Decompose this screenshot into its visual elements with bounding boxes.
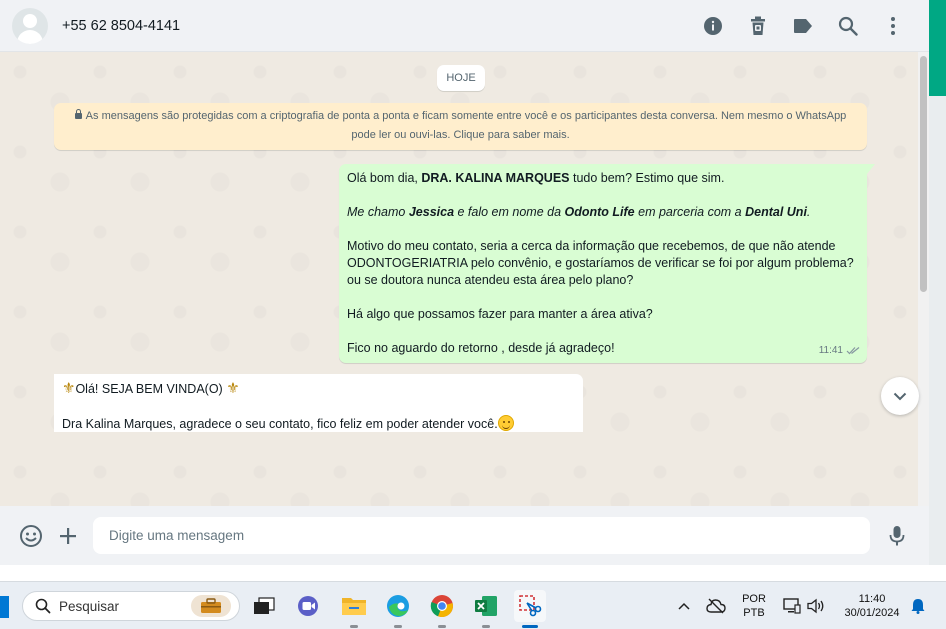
message-text: Dra Kalina Marques, agradece o seu conta… [62, 417, 498, 431]
message-text: tudo bem? Estimo que sim. [569, 171, 725, 185]
taskbar-file-explorer[interactable] [338, 590, 370, 628]
fleur-de-lis-icon: ⚜ [226, 380, 240, 397]
whatsapp-window: +55 62 8504-4141 HOJE As mensagens são p… [0, 0, 946, 629]
running-indicator [522, 625, 538, 628]
display-settings[interactable] [780, 582, 804, 629]
menu-dots-icon[interactable] [870, 6, 915, 46]
contact-avatar[interactable] [12, 7, 48, 44]
taskbar-search[interactable]: Pesquisar [22, 591, 240, 621]
message-paragraph: Fico no aguardo do retorno , desde já ag… [347, 341, 615, 355]
window-accent-strip [929, 0, 946, 96]
message-text: Olá bom dia, [347, 171, 422, 185]
chevron-down-icon [893, 392, 907, 400]
notifications-button[interactable] [906, 582, 930, 629]
clock-date: 30/01/2024 [844, 607, 900, 619]
scroll-to-bottom-button[interactable] [881, 377, 919, 415]
input-language[interactable]: POR PTB [733, 592, 775, 620]
cloud-offline-icon [706, 598, 726, 614]
message-bold-text: Jessica [408, 205, 455, 219]
message-time: 11:41 [818, 345, 843, 356]
taskbar-excel[interactable] [470, 590, 502, 628]
message-line: ⚜Olá! SEJA BEM VINDA(O) ⚜ [62, 380, 575, 398]
window-side-panel [929, 96, 946, 566]
language-code: POR [742, 593, 766, 605]
running-indicator [438, 625, 446, 628]
network-status[interactable] [704, 582, 728, 629]
message-text: . [806, 205, 811, 219]
snipping-tool-icon [519, 595, 542, 617]
contact-name[interactable]: +55 62 8504-4141 [62, 18, 180, 34]
double-check-icon [846, 347, 860, 355]
message-composer [0, 507, 929, 565]
attach-button[interactable] [53, 521, 83, 551]
message-paragraph: Motivo do meu contato, seria a cerca da … [347, 239, 854, 287]
search-label: Pesquisar [59, 598, 120, 614]
chevron-up-icon [678, 602, 690, 610]
date-divider: HOJE [437, 65, 485, 91]
incoming-message[interactable]: ⚜Olá! SEJA BEM VINDA(O) ⚜ Dra Kalina Mar… [54, 374, 583, 432]
message-paragraph: Me chamo Jessica e falo em nome da Odont… [347, 204, 859, 221]
task-view-icon [254, 597, 275, 614]
lock-icon [74, 109, 82, 119]
message-text: Olá! SEJA BEM VINDA(O) [75, 382, 227, 396]
message-bold-text: Odonto Life [564, 205, 635, 219]
chat-header: +55 62 8504-4141 [0, 0, 929, 52]
taskbar-clock[interactable]: 11:40 30/01/2024 [832, 592, 912, 620]
label-icon[interactable] [780, 6, 825, 46]
start-button[interactable] [0, 596, 9, 618]
window-bottom-gap [0, 565, 946, 581]
message-bold-text: Dental Uni [745, 205, 807, 219]
message-paragraph: Olá bom dia, DRA. KALINA MARQUES tudo be… [347, 170, 859, 187]
taskbar-teams[interactable] [293, 590, 325, 622]
voice-message-button[interactable] [882, 521, 912, 551]
volume-control[interactable] [804, 582, 828, 629]
smiley-emoji-icon [497, 415, 514, 431]
running-indicator [394, 625, 402, 628]
message-paragraph: Há algo que possamos fazer para manter a… [347, 307, 653, 321]
message-text: Me chamo [347, 205, 409, 219]
conversation-panel: HOJE As mensagens são protegidas com a c… [0, 52, 929, 506]
windows-taskbar: Pesquisar POR PTB 11:40 30/01/2024 [0, 581, 946, 629]
scrollbar-thumb[interactable] [920, 56, 927, 292]
show-hidden-icons-button[interactable] [674, 582, 694, 629]
message-line: Dra Kalina Marques, agradece o seu conta… [62, 415, 575, 432]
running-indicator [350, 625, 358, 628]
taskbar-snipping-tool[interactable] [514, 590, 546, 628]
folder-icon [342, 598, 366, 615]
emoji-button[interactable] [16, 521, 46, 551]
message-text: e falo em nome da [454, 205, 565, 219]
running-indicator [482, 625, 490, 628]
plus-icon [60, 528, 76, 544]
keyboard-layout: PTB [743, 607, 765, 619]
message-bold-text: DRA. KALINA MARQUES [421, 171, 570, 185]
outgoing-message[interactable]: Olá bom dia, DRA. KALINA MARQUES tudo be… [339, 164, 875, 363]
message-input[interactable] [93, 517, 870, 554]
taskbar-task-view[interactable] [248, 590, 280, 622]
excel-icon [475, 596, 497, 616]
chrome-browser-icon [430, 595, 453, 618]
microphone-icon [889, 526, 905, 546]
briefcase-icon [191, 595, 231, 617]
trash-icon[interactable] [735, 6, 780, 46]
edge-browser-icon [387, 595, 409, 617]
encryption-notice[interactable]: As mensagens são protegidas com a cripto… [54, 103, 867, 150]
emoji-icon [20, 525, 42, 547]
encryption-text-line2: pode ler ou ouvi-las. Clique para saber … [351, 129, 570, 141]
bell-icon [911, 599, 925, 614]
search-icon [35, 598, 51, 614]
monitor-icon [783, 598, 801, 614]
taskbar-chrome[interactable] [426, 590, 458, 628]
meet-video-icon [298, 596, 318, 616]
message-meta: 11:41 [819, 342, 860, 359]
speaker-icon [807, 598, 824, 614]
header-actions [690, 0, 915, 52]
fleur-de-lis-icon: ⚜ [62, 380, 76, 397]
clock-time: 11:40 [858, 593, 886, 605]
taskbar-edge[interactable] [382, 590, 414, 628]
search-icon[interactable] [825, 6, 870, 46]
info-icon[interactable] [690, 6, 735, 46]
encryption-text-line1: As mensagens são protegidas com a cripto… [85, 110, 847, 122]
message-text: em parceria com a [634, 205, 746, 219]
